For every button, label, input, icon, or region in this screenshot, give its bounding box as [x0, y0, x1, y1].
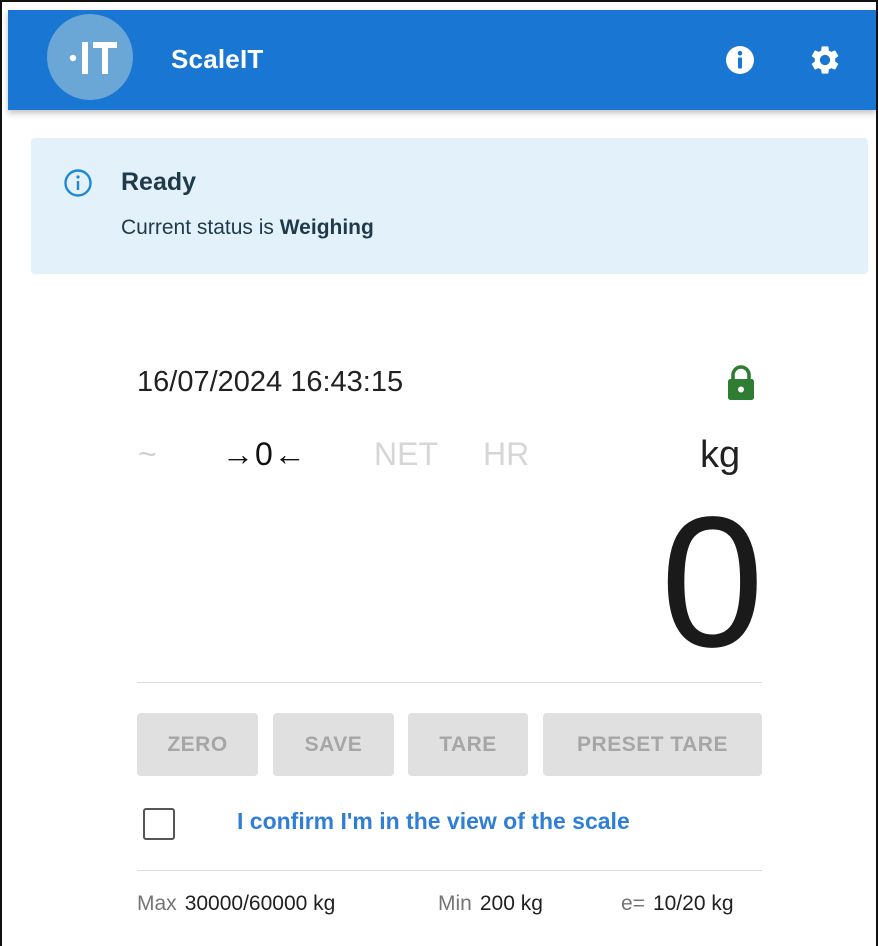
net-indicator: NET	[374, 436, 438, 472]
divider	[137, 682, 762, 683]
spec-e: e= 10/20 kg	[621, 892, 734, 915]
save-button[interactable]: SAVE	[273, 713, 394, 776]
spec-e-value: 10/20 kg	[652, 892, 734, 915]
zero-button[interactable]: ZERO	[137, 713, 258, 776]
info-icon	[726, 46, 754, 74]
gear-icon	[811, 46, 839, 74]
spec-min: Min 200 kg	[438, 892, 543, 915]
preset-tare-button[interactable]: PRESET TARE	[543, 713, 762, 776]
spec-max-value: 30000/60000 kg	[184, 892, 336, 915]
confirm-checkbox[interactable]	[143, 808, 175, 840]
app-bar: ScaleIT	[8, 10, 876, 110]
alert-title: Ready	[121, 168, 197, 196]
high-resolution-indicator: HR	[483, 436, 530, 472]
tare-button[interactable]: TARE	[408, 713, 528, 776]
center-of-zero-indicator: →0←	[222, 436, 307, 472]
app-title: ScaleIT	[171, 44, 264, 74]
info-outline-icon	[64, 169, 92, 197]
app-logo	[47, 14, 133, 100]
stability-indicator: ~	[138, 436, 157, 472]
confirm-label[interactable]: I confirm I'm in the view of the scale	[237, 808, 630, 835]
status-alert: Ready Current status is Weighing	[31, 138, 868, 274]
status-value: Weighing	[279, 216, 374, 239]
weight-unit: kg	[700, 434, 741, 476]
info-button[interactable]	[722, 42, 758, 78]
spec-max: Max 30000/60000 kg	[137, 892, 336, 915]
weight-display: 0	[660, 479, 764, 686]
settings-button[interactable]	[807, 42, 843, 78]
alert-message: Current status is Weighing	[121, 216, 374, 239]
spec-min-value: 200 kg	[479, 892, 543, 915]
divider	[137, 870, 762, 871]
scale-datetime: 16/07/2024 16:43:15	[137, 366, 404, 398]
lock-icon	[728, 365, 754, 400]
